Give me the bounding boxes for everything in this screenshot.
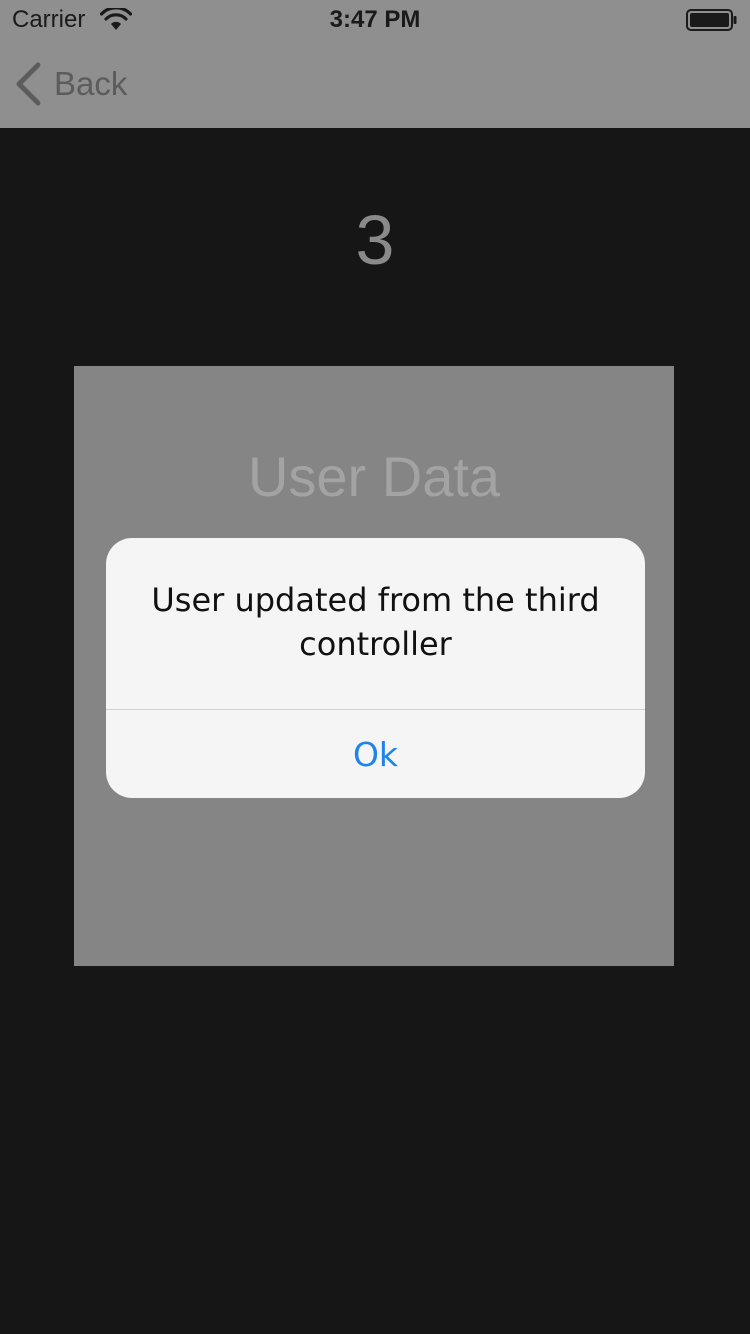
battery-icon [686, 9, 737, 31]
back-button[interactable]: Back [14, 60, 127, 108]
alert-message: User updated from the third controller [151, 581, 600, 663]
status-time: 3:47 PM [329, 6, 421, 33]
back-label: Back [54, 65, 128, 102]
ok-button[interactable]: Ok [106, 710, 645, 798]
page-number: 3 [355, 201, 395, 279]
ok-button-label: Ok [352, 734, 399, 774]
chevron-left-icon [16, 62, 41, 106]
alert-dialog: User updated from the third controller O… [106, 538, 645, 798]
navigation-bar: Back [0, 40, 750, 128]
card-title: User Data [247, 445, 501, 508]
status-bar: Carrier 3:47 PM [0, 0, 750, 40]
